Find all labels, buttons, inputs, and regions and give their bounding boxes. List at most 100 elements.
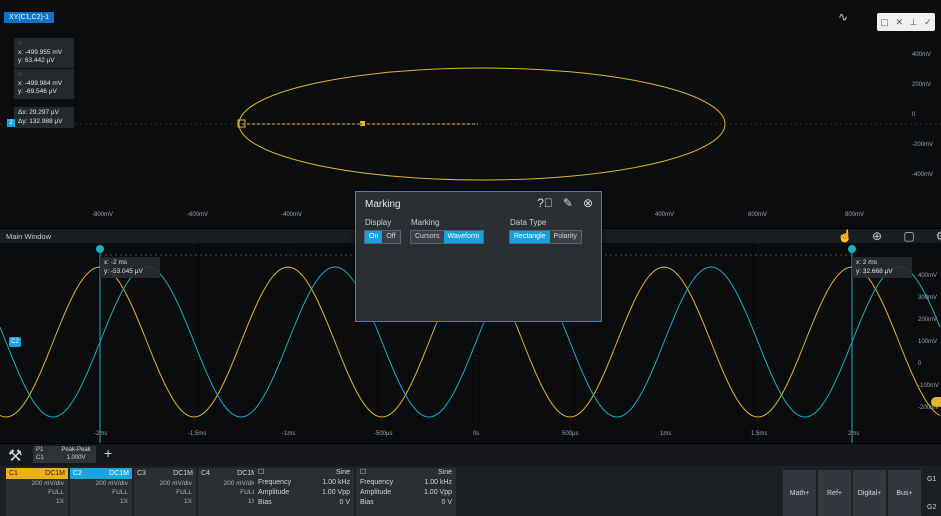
channel-probe: 1X	[120, 498, 128, 505]
awg-param-value: 1.00 Vpp	[423, 489, 452, 496]
digital-button[interactable]: Digital+	[853, 470, 886, 516]
xy-x-tick: 400mV	[655, 212, 675, 218]
channel-c2[interactable]: C2 DC1M 200 mV/div FULL 1X	[70, 468, 132, 516]
main-y-axis: 400mV 300mV 200mV 100mV 0 -100mV -200mV	[918, 265, 939, 419]
xy-y-tick: 400mV	[912, 52, 932, 58]
channel-bandwidth: FULL	[176, 489, 192, 496]
awg-param-label: Bias	[360, 499, 374, 506]
main-x-tick: 0s	[473, 431, 480, 437]
awg-panel-2[interactable]: ☐ Sine Frequency 1.00 kHz Amplitude 1.00 Vp…	[356, 468, 456, 516]
awg-param-value: 1.00 kHz	[322, 479, 350, 486]
channel-probe: 1X	[184, 498, 192, 505]
main-x-tick: -2ms	[94, 431, 108, 437]
xy-cursor2-x: x: -499.984 mV	[18, 79, 63, 87]
xy-ch2-marker[interactable]: 2	[7, 119, 15, 127]
awg-param-label: Bias	[258, 499, 272, 506]
xy-cursor2-readout: ○ x: -499.984 mV y: -69.546 µV	[14, 69, 74, 99]
marking-option-cursors[interactable]: Cursors	[411, 231, 444, 243]
awg-param-value: 0 V	[441, 499, 452, 506]
main-y-tick: -200mV	[918, 405, 940, 411]
main-cursor-b-y: y: 32.668 µV	[856, 267, 893, 275]
channel-coupling: DC1M	[109, 470, 129, 477]
ch2-offset-marker[interactable]: C2	[9, 337, 21, 347]
channel-name: C3	[137, 470, 146, 477]
main-y-tick: 400mV	[918, 273, 938, 279]
window-close-icon[interactable]: ✕	[895, 17, 903, 28]
xy-delta-x: Δx: 29.297 µV	[18, 109, 59, 116]
awg-param-label: Frequency	[360, 479, 394, 486]
awg-panel-1[interactable]: ☐ Sine Frequency 1.00 kHz Amplitude 1.00 Vp…	[254, 468, 354, 516]
display-toggle[interactable]: On Off	[364, 230, 401, 244]
dialog-title: Marking	[365, 199, 401, 210]
dialog-icons: ?⃝ ✎ ⊗	[537, 196, 593, 210]
datatype-selector[interactable]: Rectangle Polarity	[509, 230, 582, 244]
main-y-tick: 0	[918, 361, 922, 367]
help-icon[interactable]: ?⃝	[537, 196, 553, 210]
main-y-tick: 100mV	[918, 339, 938, 345]
xy-window-tab[interactable]: XY(C1,C2)-1	[4, 12, 55, 23]
awg-param-label: Amplitude	[360, 489, 392, 496]
main-y-tick: 200mV	[918, 317, 938, 323]
add-measure-button[interactable]: +	[104, 445, 112, 461]
main-x-tick: -1.5ms	[188, 431, 207, 437]
xy-cursor1-x: x: -499.955 mV	[18, 48, 63, 56]
xy-x-tick: 600mV	[748, 212, 768, 218]
marking-label: Marking	[411, 218, 440, 227]
main-cursor-b-x: x: 2 ms	[856, 259, 877, 266]
pin-icon[interactable]: ✎	[563, 196, 573, 210]
awg-param-label: Frequency	[258, 479, 292, 486]
channel-c4[interactable]: C4 DC1M 200 mV/div FULL 1X	[198, 468, 260, 516]
marking-option-waveform[interactable]: Waveform	[443, 231, 484, 243]
datatype-label: Data Type	[510, 218, 547, 227]
xy-y-tick: 200mV	[912, 82, 932, 88]
channel-c1[interactable]: C1 DC1M 200 mV/div FULL 1X	[6, 468, 68, 516]
xy-cursor1-readout: ○ x: -499.955 mV y: 63.442 µV	[14, 38, 74, 68]
awg-checkbox[interactable]: ☐	[360, 468, 366, 478]
main-window-title: Main Window	[6, 232, 52, 241]
awg-param-value: 1.00 kHz	[424, 479, 452, 486]
window-pin-icon[interactable]: ⊥	[910, 17, 918, 28]
measure-tag-id: P1	[36, 447, 44, 453]
window-check-icon[interactable]: ✓	[924, 17, 932, 28]
channel-scale: 200 mV/div	[223, 480, 256, 487]
channel-bandwidth: FULL	[48, 489, 64, 496]
main-x-tick: 1ms	[660, 431, 672, 437]
measure-tag[interactable]: P1 C1	[33, 446, 56, 463]
ref-button[interactable]: Ref+	[818, 470, 851, 516]
main-x-tick: 1.5ms	[751, 431, 768, 437]
display-on-option[interactable]: On	[365, 231, 383, 243]
window-restore-icon[interactable]: ▢	[880, 17, 889, 28]
close-icon[interactable]: ⊗	[583, 196, 593, 210]
edge-label-g2[interactable]: G2	[927, 504, 936, 511]
main-x-tick: -1ms	[282, 431, 296, 437]
window-controls: ▢ ✕ ⊥ ✓	[877, 13, 935, 31]
edge-label-g1[interactable]: G1	[927, 476, 936, 483]
main-y-tick: 300mV	[918, 295, 938, 301]
display-off-option[interactable]: Off	[382, 231, 399, 243]
main-cursor-a-x: x: -2 ms	[104, 259, 128, 266]
xy-x-tick: 800mV	[845, 212, 865, 218]
channel-c3[interactable]: C3 DC1M 200 mV/div FULL 1X	[134, 468, 196, 516]
main-x-axis: -2ms -1.5ms -1ms -500µs 0s 500µs 1ms 1.5…	[0, 431, 941, 441]
cursor2-marker-icon: ○	[18, 71, 22, 78]
bus-button[interactable]: Bus+	[888, 470, 921, 516]
measure-item[interactable]: Peak-Peak 1.000V	[56, 446, 96, 463]
datatype-option-rectangle[interactable]: Rectangle	[510, 231, 550, 243]
channel-scale: 200 mV/div	[31, 480, 64, 487]
tools-icon[interactable]: ⚒	[8, 446, 22, 466]
math-button[interactable]: Math+	[783, 470, 816, 516]
marking-selector[interactable]: Cursors Waveform	[410, 230, 485, 244]
measure-name: Peak-Peak	[61, 447, 91, 453]
zoom-waveform-icon[interactable]: ∿	[838, 10, 848, 24]
xy-x-tick: -800mV	[92, 212, 114, 218]
marking-dialog: Marking ?⃝ ✎ ⊗ Display On Off Marking Cu…	[355, 191, 602, 322]
awg-checkbox[interactable]: ☐	[258, 468, 264, 478]
display-label: Display	[365, 218, 392, 227]
channel-bandwidth: FULL	[112, 489, 128, 496]
awg-param-value: 0 V	[339, 499, 350, 506]
awg-waveform: Sine	[437, 469, 452, 476]
channel-probe: 1X	[248, 498, 256, 505]
channel-scale: 200 mV/div	[159, 480, 192, 487]
main-x-tick: 2ms	[848, 431, 860, 437]
datatype-option-polarity[interactable]: Polarity	[550, 231, 581, 243]
